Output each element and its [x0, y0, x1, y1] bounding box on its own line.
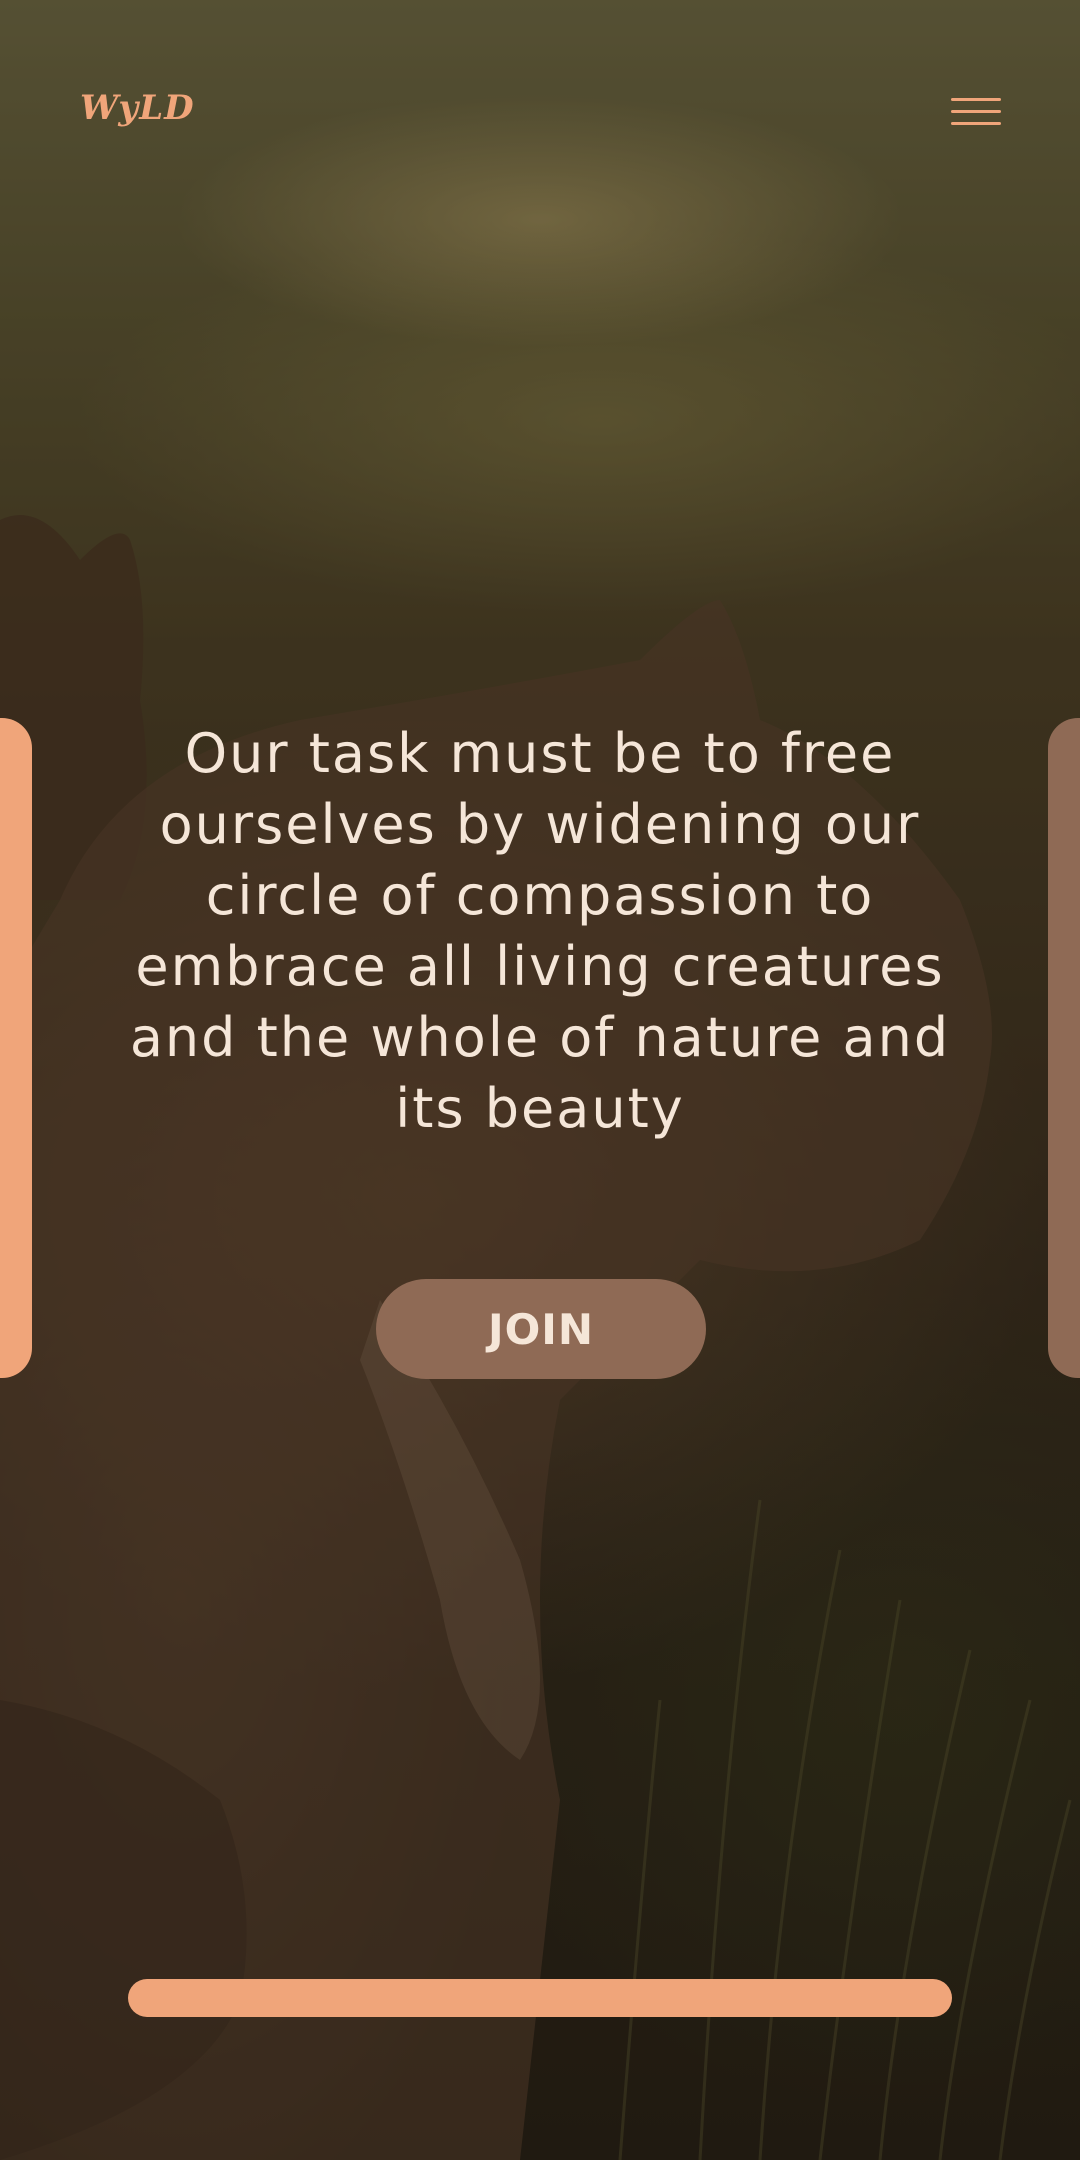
logo[interactable]: WyLD — [80, 88, 195, 128]
hero-quote: Our task must be to free ourselves by wi… — [129, 722, 951, 1140]
menu-line — [951, 98, 1001, 101]
right-side-tab[interactable] — [1048, 718, 1080, 1378]
screen: WyLD Our task must be to free ourselves … — [0, 0, 1080, 2160]
left-side-tab[interactable] — [0, 718, 32, 1378]
hamburger-menu-icon[interactable] — [948, 94, 1004, 134]
join-button[interactable]: JOIN — [376, 1279, 706, 1379]
menu-line — [951, 110, 1001, 113]
bottom-bar[interactable] — [128, 1979, 952, 2017]
menu-line — [951, 122, 1001, 125]
